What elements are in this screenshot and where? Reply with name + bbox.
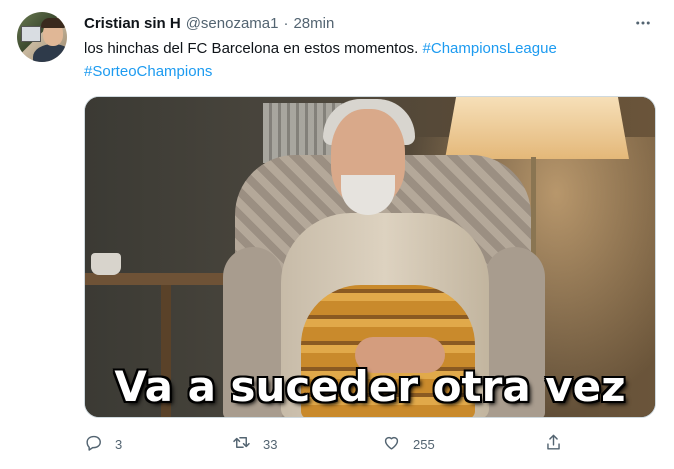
media-cup: [91, 253, 121, 275]
author-name[interactable]: Cristian sin H: [84, 15, 181, 32]
avatar[interactable]: [17, 12, 67, 62]
share-icon: [544, 433, 563, 455]
more-icon[interactable]: [632, 12, 654, 34]
like-button[interactable]: 255: [382, 430, 435, 458]
reply-count: 3: [115, 436, 123, 452]
author-handle[interactable]: @senozama1: [186, 15, 279, 32]
reply-icon: [84, 433, 103, 455]
avatar-shirt: [33, 44, 67, 62]
media-lampshade: [445, 97, 629, 159]
heart-icon: [382, 433, 401, 455]
avatar-hair: [41, 18, 65, 28]
tweet-media[interactable]: Va a suceder otra vez: [84, 96, 656, 418]
reply-button[interactable]: 3: [84, 430, 122, 458]
tweet-header: Cristian sin H @senozama1 · 28min: [84, 12, 334, 34]
share-button[interactable]: [544, 430, 563, 458]
tweet-actions: 3 33 255: [84, 430, 584, 458]
tweet-time[interactable]: 28min: [293, 15, 334, 32]
separator-dot: ·: [283, 14, 289, 32]
retweet-button[interactable]: 33: [232, 430, 277, 458]
avatar-background-screen: [21, 26, 41, 42]
hashtag-champions-league[interactable]: #ChampionsLeague: [423, 40, 557, 57]
tweet-text: los hinchas del FC Barcelona en estos mo…: [84, 37, 654, 83]
retweet-icon: [232, 433, 251, 455]
like-count: 255: [413, 436, 435, 452]
tweet-body: los hinchas del FC Barcelona en estos mo…: [84, 40, 419, 57]
hashtag-sorteo-champions[interactable]: #SorteoChampions: [84, 63, 212, 80]
retweet-count: 33: [263, 436, 278, 452]
media-caption: Va a suceder otra vez: [114, 362, 626, 411]
